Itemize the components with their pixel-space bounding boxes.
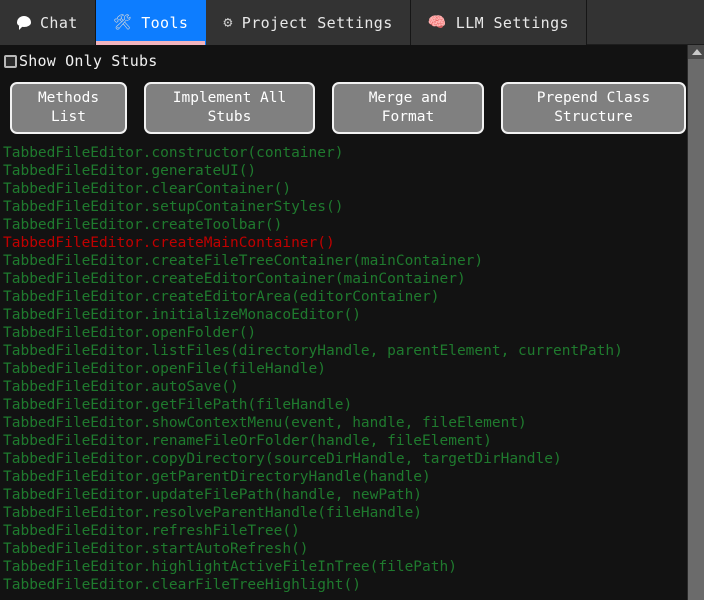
tab-llm-settings-label: LLM Settings: [455, 13, 569, 32]
main-tabbar: Chat 🛠 Tools ⚙ Project Settings 🧠 LLM Se…: [0, 0, 704, 45]
hammer-wrench-icon: 🛠: [112, 13, 133, 31]
method-list-item[interactable]: TabbedFileEditor.autoSave(): [3, 378, 672, 396]
scrollbar-thumb[interactable]: [688, 59, 704, 600]
tab-project-settings[interactable]: ⚙ Project Settings: [206, 0, 411, 45]
method-list-item[interactable]: TabbedFileEditor.startAutoRefresh(): [3, 540, 672, 558]
tools-panel: Show Only Stubs Methods List Implement A…: [0, 45, 704, 600]
gear-icon: ⚙: [223, 13, 233, 31]
methods-list-button[interactable]: Methods List: [10, 82, 127, 134]
method-list-item[interactable]: TabbedFileEditor.setupContainerStyles(): [3, 198, 672, 216]
method-list-item[interactable]: TabbedFileEditor.generateUI(): [3, 162, 672, 180]
method-list-item[interactable]: TabbedFileEditor.refreshFileTree(): [3, 522, 672, 540]
prepend-class-structure-button[interactable]: Prepend Class Structure: [501, 82, 686, 134]
method-list-item[interactable]: TabbedFileEditor.clearContainer(): [3, 180, 672, 198]
implement-all-stubs-button[interactable]: Implement All Stubs: [144, 82, 315, 134]
tab-project-settings-label: Project Settings: [241, 13, 393, 32]
show-only-stubs-row: Show Only Stubs: [0, 45, 704, 74]
methods-list: TabbedFileEditor.constructor(container) T…: [0, 144, 672, 594]
method-list-item[interactable]: TabbedFileEditor.resolveParentHandle(fil…: [3, 504, 672, 522]
method-list-item[interactable]: TabbedFileEditor.constructor(container): [3, 144, 672, 162]
method-list-item[interactable]: TabbedFileEditor.createToolbar(): [3, 216, 672, 234]
scroll-up-arrow-icon[interactable]: [688, 45, 704, 59]
method-list-item[interactable]: TabbedFileEditor.createFileTreeContainer…: [3, 252, 672, 270]
method-list-item[interactable]: TabbedFileEditor.showContextMenu(event, …: [3, 414, 672, 432]
tools-button-row: Methods List Implement All Stubs Merge a…: [0, 74, 704, 144]
method-list-item[interactable]: TabbedFileEditor.copyDirectory(sourceDir…: [3, 450, 672, 468]
method-list-item[interactable]: TabbedFileEditor.clearFileTreeHighlight(…: [3, 576, 672, 594]
merge-and-format-button[interactable]: Merge and Format: [332, 82, 484, 134]
method-list-item[interactable]: TabbedFileEditor.createMainContainer(): [3, 234, 672, 252]
chat-bubble-icon: [17, 15, 31, 30]
tab-llm-settings[interactable]: 🧠 LLM Settings: [410, 0, 587, 45]
method-list-item[interactable]: TabbedFileEditor.openFolder(): [3, 324, 672, 342]
tabbar-empty-space: [586, 0, 704, 44]
method-list-item[interactable]: TabbedFileEditor.createEditorArea(editor…: [3, 288, 672, 306]
vertical-scrollbar[interactable]: [687, 45, 704, 600]
show-only-stubs-label: Show Only Stubs: [19, 52, 158, 70]
method-list-item[interactable]: TabbedFileEditor.initializeMonacoEditor(…: [3, 306, 672, 324]
method-list-item[interactable]: TabbedFileEditor.getFilePath(fileHandle): [3, 396, 672, 414]
method-list-item[interactable]: TabbedFileEditor.listFiles(directoryHand…: [3, 342, 672, 360]
show-only-stubs-checkbox[interactable]: [4, 54, 17, 68]
app-window: Chat 🛠 Tools ⚙ Project Settings 🧠 LLM Se…: [0, 0, 704, 600]
method-list-item[interactable]: TabbedFileEditor.renameFileOrFolder(hand…: [3, 432, 672, 450]
method-list-item[interactable]: TabbedFileEditor.createEditorContainer(m…: [3, 270, 672, 288]
method-list-item[interactable]: TabbedFileEditor.openFile(fileHandle): [3, 360, 672, 378]
brain-icon: 🧠: [427, 13, 447, 31]
method-list-item[interactable]: TabbedFileEditor.highlightActiveFileInTr…: [3, 558, 672, 576]
tab-chat-label: Chat: [40, 13, 78, 32]
method-list-item[interactable]: TabbedFileEditor.getParentDirectoryHandl…: [3, 468, 672, 486]
tab-tools-label: Tools: [141, 13, 189, 32]
tab-tools[interactable]: 🛠 Tools: [95, 0, 207, 45]
method-list-item[interactable]: TabbedFileEditor.updateFilePath(handle, …: [3, 486, 672, 504]
tab-chat[interactable]: Chat: [0, 0, 96, 45]
